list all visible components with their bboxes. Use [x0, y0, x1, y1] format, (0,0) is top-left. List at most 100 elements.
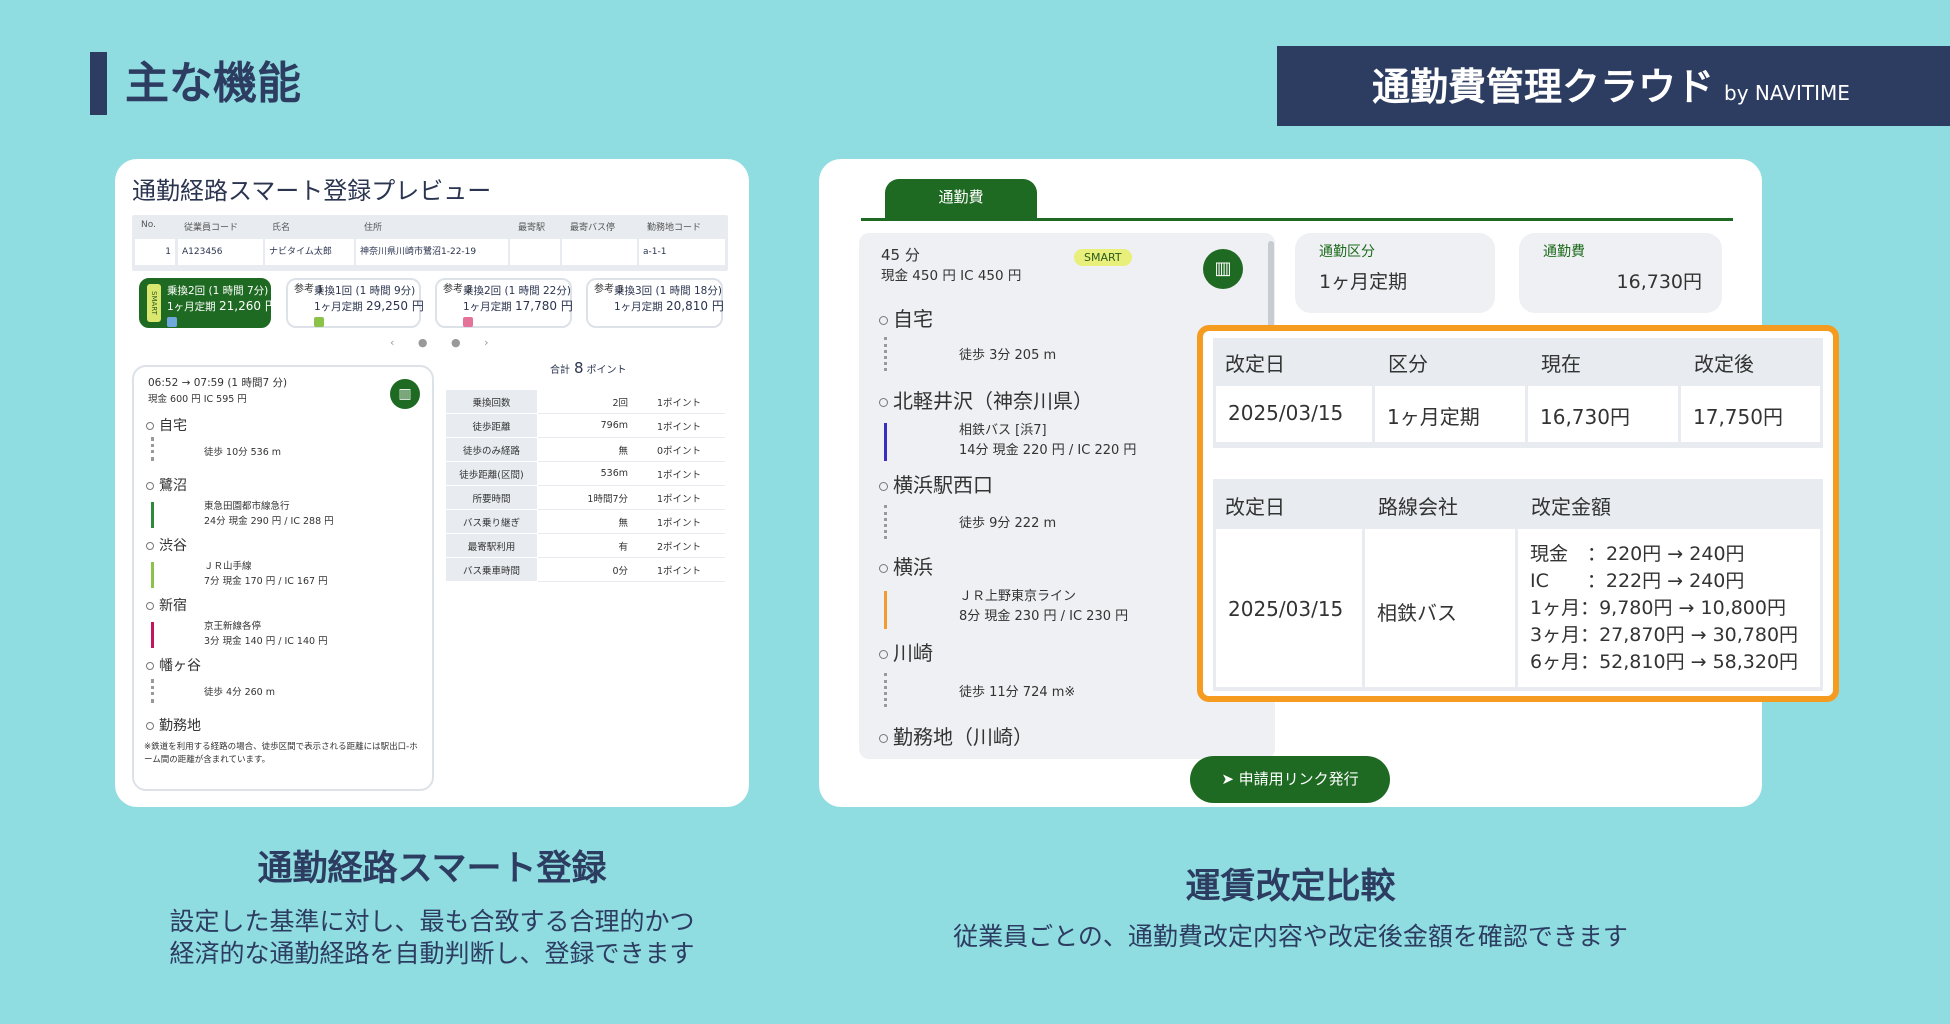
section-title: 主な機能 — [125, 58, 301, 109]
route-card-line2: 1ヶ月定期 — [614, 301, 663, 313]
table-cell — [562, 239, 637, 265]
criterion-points: 1ポイント — [633, 485, 725, 510]
col-header: No. — [141, 220, 156, 230]
segment-line: ＪＲ上野東京ライン — [959, 589, 1077, 604]
table-cell: A123456 — [178, 239, 263, 265]
criterion-value: 無 — [537, 437, 634, 462]
segment-line: 徒歩 11分 724 m※ — [959, 685, 1076, 700]
table-row: バス乗車時間 0分 1ポイント — [445, 557, 725, 582]
route-card-smart[interactable]: SMART 乗換2回 (1 時間 7分) 1ヶ月定期 21,260 円 — [139, 278, 277, 328]
points-total: 合計 8 ポイント — [550, 359, 627, 377]
criterion: 最寄駅利用 — [445, 533, 538, 558]
stop-name: 幡ヶ谷 — [146, 655, 201, 675]
map-icon[interactable]: ▥ — [390, 379, 420, 409]
carousel-pager[interactable]: ‹ ● ● › — [390, 336, 498, 349]
route-card-line2: 1ヶ月定期 — [463, 301, 512, 313]
segment-line: 徒歩 4分 260 m — [204, 687, 275, 698]
segment-sub: 14分 現金 220 円 / IC 220 円 — [959, 443, 1137, 458]
col-header: 最寄バス停 — [570, 223, 616, 233]
right-caption-title: 運賃改定比較 — [1185, 867, 1396, 907]
table-cell: a-1-1 — [639, 239, 725, 265]
section-title-bar — [90, 52, 107, 115]
criterion-points: 1ポイント — [633, 461, 725, 486]
criterion: 徒歩距離 — [445, 413, 538, 438]
rail-line — [151, 502, 154, 528]
stop-name: 新宿 — [146, 595, 187, 615]
commute-type-box: 通勤区分 1ヶ月定期 — [1295, 233, 1495, 313]
tab-commute-fee[interactable]: 通勤費 — [885, 179, 1037, 219]
criterion: 徒歩距離(区間) — [445, 461, 538, 486]
table-cell: 神奈川県川崎市鷺沼1-22-19 — [356, 239, 508, 265]
stop-name: 自宅 — [879, 303, 933, 332]
route-card-ref2[interactable]: 参考 2 乗換2回 (1 時間 22分) 1ヶ月定期 17,780 円 — [435, 278, 573, 328]
criterion: 徒歩のみ経路 — [445, 437, 538, 462]
bus-line — [884, 423, 887, 461]
left-caption-title: 通勤経路スマート登録 — [257, 849, 607, 889]
table-cell: 2025/03/15 — [1216, 386, 1372, 442]
criterion-value: 0分 — [537, 557, 634, 582]
criterion-value: 796m — [537, 413, 634, 438]
send-icon: ➤ — [1221, 770, 1234, 788]
criterion-value: 無 — [537, 509, 634, 534]
issue-link-button[interactable]: ➤ 申請用リンク発行 — [1190, 756, 1390, 803]
col-header: 改定金額 — [1531, 495, 1611, 519]
map-icon[interactable]: ▥ — [1203, 249, 1243, 289]
rail-line — [151, 562, 154, 588]
stop-name: 横浜 — [879, 551, 933, 580]
employee-table: No. 従業員コード 氏名 住所 最寄駅 最寄バス停 勤務地コード 1 A123… — [132, 215, 728, 271]
issue-link-label: 申請用リンク発行 — [1238, 770, 1359, 788]
col-header: 路線会社 — [1378, 495, 1458, 519]
criterion-value: 1時間7分 — [537, 485, 634, 510]
table-cell: 16,730円 — [1528, 386, 1678, 442]
stop-name: 北軽井沢（神奈川県） — [879, 385, 1093, 414]
criterion: 所要時間 — [445, 485, 538, 510]
col-header: 区分 — [1388, 352, 1428, 376]
commute-fee-value: 16,730円 — [1616, 271, 1702, 293]
segment-line: 徒歩 3分 205 m — [959, 348, 1057, 363]
segment-line: 相鉄バス [浜7] — [959, 423, 1047, 438]
stop-name: 横浜駅西口 — [879, 469, 993, 498]
segment-sub: 7分 現金 170 円 / IC 167 円 — [204, 576, 328, 587]
route-card-ref3[interactable]: 参考 3 乗換3回 (1 時間 18分) 1ヶ月定期 20,810 円 — [586, 278, 724, 328]
tab-underline — [861, 218, 1733, 221]
ref-badge: 参考 3 — [594, 284, 624, 295]
criterion: バス乗り継ぎ — [445, 509, 538, 534]
table-row: 所要時間 1時間7分 1ポイント — [445, 485, 725, 510]
criterion-points: 1ポイント — [633, 557, 725, 582]
total-value: 8 — [574, 359, 584, 377]
train-icon — [463, 317, 473, 327]
table-row: 徒歩距離(区間) 536m 1ポイント — [445, 461, 725, 486]
stop-name: 自宅 — [146, 415, 187, 435]
table-row: 徒歩距離 796m 1ポイント — [445, 413, 725, 438]
smart-badge: SMART — [147, 284, 161, 322]
criterion: バス乗車時間 — [445, 557, 538, 582]
ref-badge: 参考 1 — [294, 284, 324, 295]
stop-name: 勤務地 — [146, 715, 201, 735]
route-card-line2: 1ヶ月定期 — [314, 301, 363, 313]
amount-line: 現金 ：220円 → 240円 — [1530, 543, 1745, 565]
table-cell: 相鉄バス — [1365, 529, 1515, 687]
criterion-points: 1ポイント — [633, 413, 725, 438]
route-fare: 現金 450 円 IC 450 円 — [881, 268, 1022, 284]
fare-revision-table: 改定日 区分 現在 改定後 2025/03/15 1ヶ月定期 16,730円 1… — [1197, 325, 1839, 702]
segment-line: ＪＲ山手線 — [204, 561, 252, 572]
brand-by: by NAVITIME — [1724, 81, 1850, 105]
route-card-price: 21,260 円 — [219, 299, 277, 313]
smart-badge: SMART — [1074, 249, 1132, 266]
amount-line: 6ヶ月：52,810円 → 58,320円 — [1530, 651, 1799, 673]
revision-table-2: 改定日 路線会社 改定金額 2025/03/15 相鉄バス 現金 ：220円 →… — [1213, 479, 1823, 691]
route-detail-panel: 06:52 → 07:59 (1 時間7 分) 現金 600 円 IC 595 … — [132, 365, 434, 791]
col-header: 住所 — [364, 223, 383, 233]
bus-icon — [167, 317, 177, 327]
brand-name: 通勤費管理クラウド — [1372, 65, 1715, 109]
walk-line — [884, 673, 887, 707]
route-card-line2: 1ヶ月定期 — [167, 301, 216, 313]
stop-name: 鷺沼 — [146, 475, 187, 495]
route-card-ref1[interactable]: 参考 1 乗換1回 (1 時間 9分) 1ヶ月定期 29,250 円 — [286, 278, 424, 328]
criterion-points: 2ポイント — [633, 533, 725, 558]
stop-name: 勤務地（川崎） — [879, 721, 1033, 750]
route-time: 06:52 → 07:59 (1 時間7 分) — [148, 377, 288, 389]
segment-line: 京王新線各停 — [204, 621, 262, 632]
col-header: 改定日 — [1225, 352, 1285, 376]
criterion: 乗換回数 — [445, 389, 538, 414]
